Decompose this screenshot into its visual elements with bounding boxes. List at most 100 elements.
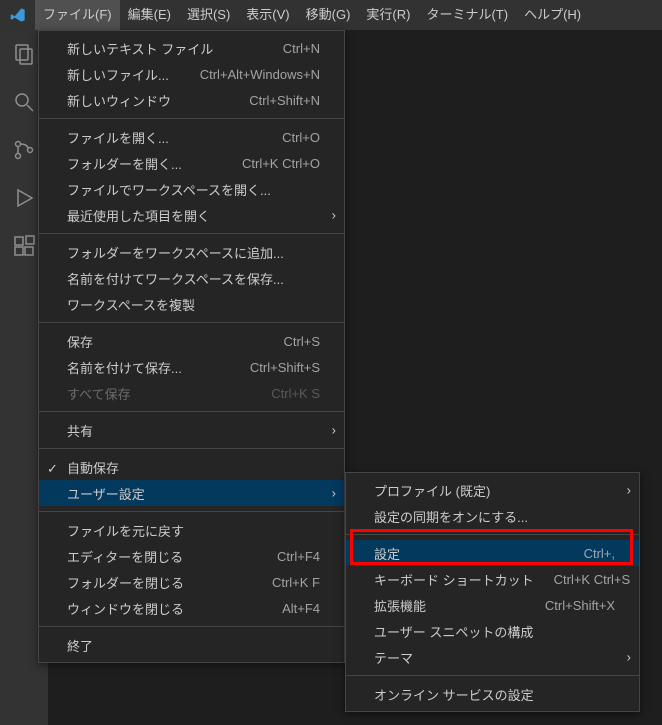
menuitem-preferences[interactable]: ユーザー設定 › <box>39 480 344 506</box>
menuitem-label: ファイルを開く... <box>67 128 262 147</box>
menuitem-accel: Ctrl+Shift+X <box>545 598 615 613</box>
menuitem-label: すべて保存 <box>67 384 251 403</box>
menuitem-save[interactable]: 保存 Ctrl+S <box>39 328 344 354</box>
menuitem-save-as[interactable]: 名前を付けて保存... Ctrl+Shift+S <box>39 354 344 380</box>
menuitem-settings[interactable]: 設定 Ctrl+, <box>346 540 639 566</box>
menuitem-label: 共有 <box>67 421 320 440</box>
menu-go[interactable]: 移動(G) <box>298 0 359 30</box>
menuitem-open-workspace[interactable]: ファイルでワークスペースを開く... <box>39 176 344 202</box>
menuitem-save-workspace[interactable]: 名前を付けてワークスペースを保存... <box>39 265 344 291</box>
menuitem-extensions[interactable]: 拡張機能 Ctrl+Shift+X <box>346 592 639 618</box>
menu-edit[interactable]: 編集(E) <box>120 0 179 30</box>
menuitem-theme[interactable]: テーマ › <box>346 644 639 670</box>
menuitem-accel: Alt+F4 <box>282 601 320 616</box>
menuitem-label: キーボード ショートカット <box>374 570 534 589</box>
menuitem-label: プロファイル (既定) <box>374 481 615 500</box>
menuitem-revert[interactable]: ファイルを元に戻す <box>39 517 344 543</box>
menuitem-label: オンライン サービスの設定 <box>374 685 615 704</box>
menuitem-snippets[interactable]: ユーザー スニペットの構成 <box>346 618 639 644</box>
preferences-submenu: プロファイル (既定) › 設定の同期をオンにする... 設定 Ctrl+, キーボ… <box>345 472 640 712</box>
menu-separator <box>39 322 344 323</box>
menuitem-accel: Ctrl+K Ctrl+O <box>242 156 320 171</box>
menuitem-label: エディターを閉じる <box>67 547 257 566</box>
vscode-logo-icon <box>0 7 35 23</box>
menuitem-accel: Ctrl+Alt+Windows+N <box>200 67 320 82</box>
menuitem-exit[interactable]: 終了 <box>39 632 344 658</box>
menuitem-keyboard[interactable]: キーボード ショートカット Ctrl+K Ctrl+S <box>346 566 639 592</box>
menubar: ファイル(F) 編集(E) 選択(S) 表示(V) 移動(G) 実行(R) ター… <box>35 0 589 30</box>
menuitem-add-folder[interactable]: フォルダーをワークスペースに追加... <box>39 239 344 265</box>
menuitem-label: テーマ <box>374 648 615 667</box>
menuitem-close-editor[interactable]: エディターを閉じる Ctrl+F4 <box>39 543 344 569</box>
menuitem-accel: Ctrl+K F <box>272 575 320 590</box>
menuitem-new-window[interactable]: 新しいウィンドウ Ctrl+Shift+N <box>39 87 344 113</box>
menuitem-label: 最近使用した項目を開く <box>67 206 320 225</box>
menuitem-label: 自動保存 <box>67 458 320 477</box>
chevron-right-icon: › <box>627 483 631 498</box>
menuitem-close-folder[interactable]: フォルダーを閉じる Ctrl+K F <box>39 569 344 595</box>
menuitem-label: 新しいウィンドウ <box>67 91 229 110</box>
menuitem-accel: Ctrl+Shift+N <box>249 93 320 108</box>
menuitem-open-folder[interactable]: フォルダーを開く... Ctrl+K Ctrl+O <box>39 150 344 176</box>
menuitem-save-all: すべて保存 Ctrl+K S <box>39 380 344 406</box>
menuitem-label: フォルダーをワークスペースに追加... <box>67 243 320 262</box>
menu-view[interactable]: 表示(V) <box>238 0 297 30</box>
menuitem-label: フォルダーを閉じる <box>67 573 252 592</box>
menuitem-label: 保存 <box>67 332 264 351</box>
menuitem-accel: Ctrl+, <box>584 546 615 561</box>
menuitem-open-recent[interactable]: 最近使用した項目を開く › <box>39 202 344 228</box>
chevron-right-icon: › <box>332 486 336 501</box>
menu-separator <box>39 233 344 234</box>
menuitem-open-file[interactable]: ファイルを開く... Ctrl+O <box>39 124 344 150</box>
menuitem-label: 名前を付けてワークスペースを保存... <box>67 269 320 288</box>
menu-selection[interactable]: 選択(S) <box>179 0 238 30</box>
menuitem-label: 新しいテキスト ファイル <box>67 39 263 58</box>
menuitem-accel: Ctrl+Shift+S <box>250 360 320 375</box>
menu-separator <box>39 626 344 627</box>
menuitem-label: ファイルを元に戻す <box>67 521 320 540</box>
menuitem-label: 終了 <box>67 636 320 655</box>
menu-separator <box>39 511 344 512</box>
file-dropdown: 新しいテキスト ファイル Ctrl+N 新しいファイル... Ctrl+Alt+Wi… <box>38 30 345 663</box>
titlebar: ファイル(F) 編集(E) 選択(S) 表示(V) 移動(G) 実行(R) ター… <box>0 0 662 30</box>
chevron-right-icon: › <box>627 650 631 665</box>
menu-help[interactable]: ヘルプ(H) <box>516 0 589 30</box>
menuitem-label: ワークスペースを複製 <box>67 295 320 314</box>
menuitem-new-text-file[interactable]: 新しいテキスト ファイル Ctrl+N <box>39 35 344 61</box>
menuitem-label: 拡張機能 <box>374 596 525 615</box>
menuitem-online[interactable]: オンライン サービスの設定 <box>346 681 639 707</box>
menuitem-label: ウィンドウを閉じる <box>67 599 262 618</box>
menu-separator <box>346 675 639 676</box>
menuitem-label: ユーザー設定 <box>67 484 320 503</box>
menuitem-profile[interactable]: プロファイル (既定) › <box>346 477 639 503</box>
menuitem-share[interactable]: 共有 › <box>39 417 344 443</box>
menu-file[interactable]: ファイル(F) <box>35 0 120 30</box>
menu-separator <box>39 448 344 449</box>
menuitem-label: 新しいファイル... <box>67 65 180 84</box>
check-icon: ✓ <box>47 461 59 473</box>
chevron-right-icon: › <box>332 423 336 438</box>
menu-terminal[interactable]: ターミナル(T) <box>418 0 516 30</box>
menu-separator <box>346 534 639 535</box>
menuitem-dup-workspace[interactable]: ワークスペースを複製 <box>39 291 344 317</box>
menuitem-label: ファイルでワークスペースを開く... <box>67 180 320 199</box>
menuitem-label: 設定の同期をオンにする... <box>374 507 615 526</box>
menuitem-label: 名前を付けて保存... <box>67 358 230 377</box>
menuitem-accel: Ctrl+N <box>283 41 320 56</box>
menuitem-auto-save[interactable]: ✓ 自動保存 <box>39 454 344 480</box>
menu-run[interactable]: 実行(R) <box>358 0 418 30</box>
menuitem-accel: Ctrl+O <box>282 130 320 145</box>
menuitem-accel: Ctrl+K Ctrl+S <box>554 572 631 587</box>
menuitem-label: ユーザー スニペットの構成 <box>374 622 615 641</box>
menuitem-accel: Ctrl+F4 <box>277 549 320 564</box>
menuitem-accel: Ctrl+S <box>284 334 320 349</box>
menuitem-label: フォルダーを開く... <box>67 154 222 173</box>
menuitem-new-file[interactable]: 新しいファイル... Ctrl+Alt+Windows+N <box>39 61 344 87</box>
menu-separator <box>39 411 344 412</box>
menuitem-sync[interactable]: 設定の同期をオンにする... <box>346 503 639 529</box>
chevron-right-icon: › <box>332 208 336 223</box>
menuitem-accel: Ctrl+K S <box>271 386 320 401</box>
menuitem-close-window[interactable]: ウィンドウを閉じる Alt+F4 <box>39 595 344 621</box>
menuitem-label: 設定 <box>374 544 564 563</box>
menu-separator <box>39 118 344 119</box>
